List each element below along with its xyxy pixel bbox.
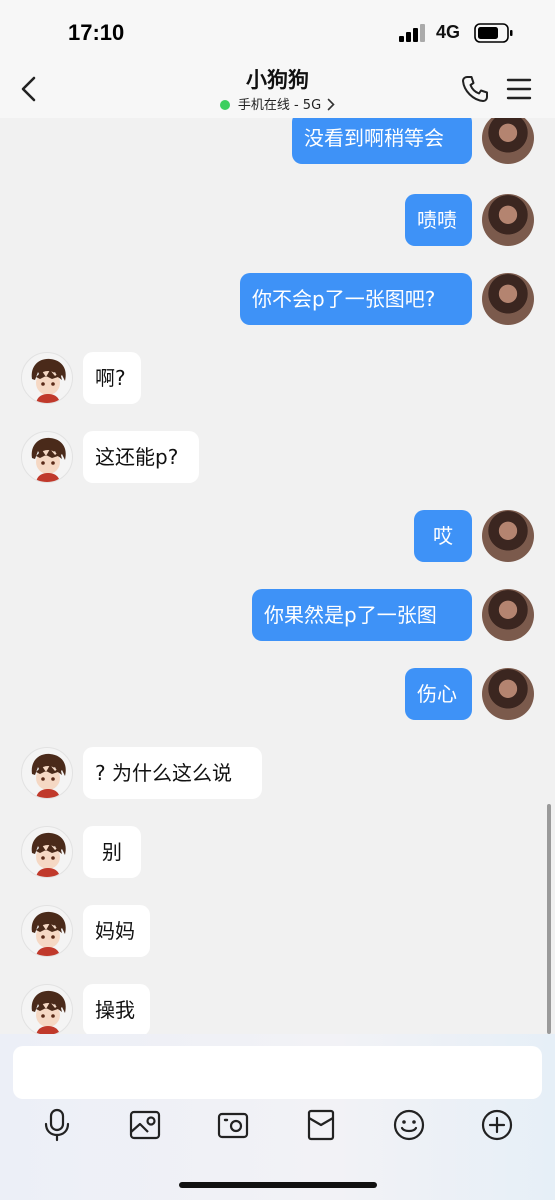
anime-boy-avatar-icon: [31, 911, 66, 956]
online-status-text: 手机在线 - 5G: [237, 98, 322, 113]
message-bubble[interactable]: ? 为什么这么说: [83, 747, 262, 799]
message-incoming: 妈妈: [0, 905, 555, 957]
chevron-right-icon: [327, 98, 335, 111]
message-bubble[interactable]: 操我: [83, 984, 150, 1034]
message-bubble[interactable]: 这还能p?: [83, 431, 199, 483]
message-incoming: 这还能p?: [0, 431, 555, 483]
self-avatar[interactable]: [482, 273, 534, 325]
message-bubble[interactable]: 你果然是p了一张图: [252, 589, 472, 641]
message-bubble[interactable]: 啊?: [83, 352, 141, 404]
contact-avatar[interactable]: [21, 984, 73, 1034]
message-outgoing: 伤心: [0, 668, 555, 720]
message-incoming: 别: [0, 826, 555, 878]
message-outgoing: 你果然是p了一张图: [0, 589, 555, 641]
plus-icon[interactable]: [480, 1108, 514, 1142]
self-avatar[interactable]: [482, 118, 534, 164]
message-incoming: 操我: [0, 984, 555, 1034]
contact-avatar[interactable]: [21, 905, 73, 957]
message-incoming: 啊?: [0, 352, 555, 404]
message-bubble[interactable]: 哎: [414, 510, 472, 562]
home-indicator[interactable]: [179, 1182, 377, 1188]
self-avatar[interactable]: [482, 589, 534, 641]
message-outgoing: 你不会p了一张图吧?: [0, 273, 555, 325]
anime-boy-avatar-icon: [31, 832, 66, 877]
input-area: [0, 1034, 555, 1200]
cellular-signal-icon: [399, 24, 425, 42]
contact-avatar[interactable]: [21, 747, 73, 799]
microphone-icon[interactable]: [40, 1108, 74, 1142]
online-indicator-icon: [219, 100, 230, 110]
contact-avatar[interactable]: [21, 826, 73, 878]
anime-boy-avatar-icon: [31, 437, 66, 482]
image-icon[interactable]: [128, 1108, 162, 1142]
scrollbar[interactable]: [547, 804, 551, 1034]
battery-icon: [474, 23, 513, 43]
message-bubble[interactable]: 别: [83, 826, 141, 878]
message-bubble[interactable]: 伤心: [405, 668, 472, 720]
message-bubble[interactable]: 没看到啊稍等会: [292, 118, 472, 164]
message-bubble[interactable]: 妈妈: [83, 905, 150, 957]
anime-boy-avatar-icon: [31, 990, 66, 1034]
phone-call-icon[interactable]: [460, 74, 490, 104]
self-avatar[interactable]: [482, 194, 534, 246]
contact-avatar[interactable]: [21, 431, 73, 483]
network-type: 4G: [436, 22, 461, 42]
chat-header: 小狗狗 手机在线 - 5G: [0, 62, 555, 118]
emoji-icon[interactable]: [392, 1108, 426, 1142]
self-avatar[interactable]: [482, 510, 534, 562]
message-outgoing: 没看到啊稍等会: [0, 118, 555, 164]
self-avatar[interactable]: [482, 668, 534, 720]
message-bubble[interactable]: 啧啧: [405, 194, 472, 246]
menu-icon[interactable]: [506, 76, 532, 102]
anime-boy-avatar-icon: [31, 358, 66, 403]
message-incoming: ? 为什么这么说: [0, 747, 555, 799]
contact-avatar[interactable]: [21, 352, 73, 404]
status-bar: 17:10 4G: [0, 0, 555, 62]
red-packet-icon[interactable]: [304, 1108, 338, 1142]
status-time: 17:10: [68, 20, 125, 45]
anime-boy-avatar-icon: [31, 753, 66, 798]
message-input[interactable]: [13, 1046, 542, 1099]
message-bubble[interactable]: 你不会p了一张图吧?: [240, 273, 472, 325]
message-outgoing: 哎: [0, 510, 555, 562]
message-outgoing: 啧啧: [0, 194, 555, 246]
message-list[interactable]: 没看到啊稍等会 啧啧 你不会p了一张图吧? 啊? 这还能p? 哎 你果然是p了一…: [0, 118, 555, 1034]
camera-icon[interactable]: [216, 1108, 250, 1142]
